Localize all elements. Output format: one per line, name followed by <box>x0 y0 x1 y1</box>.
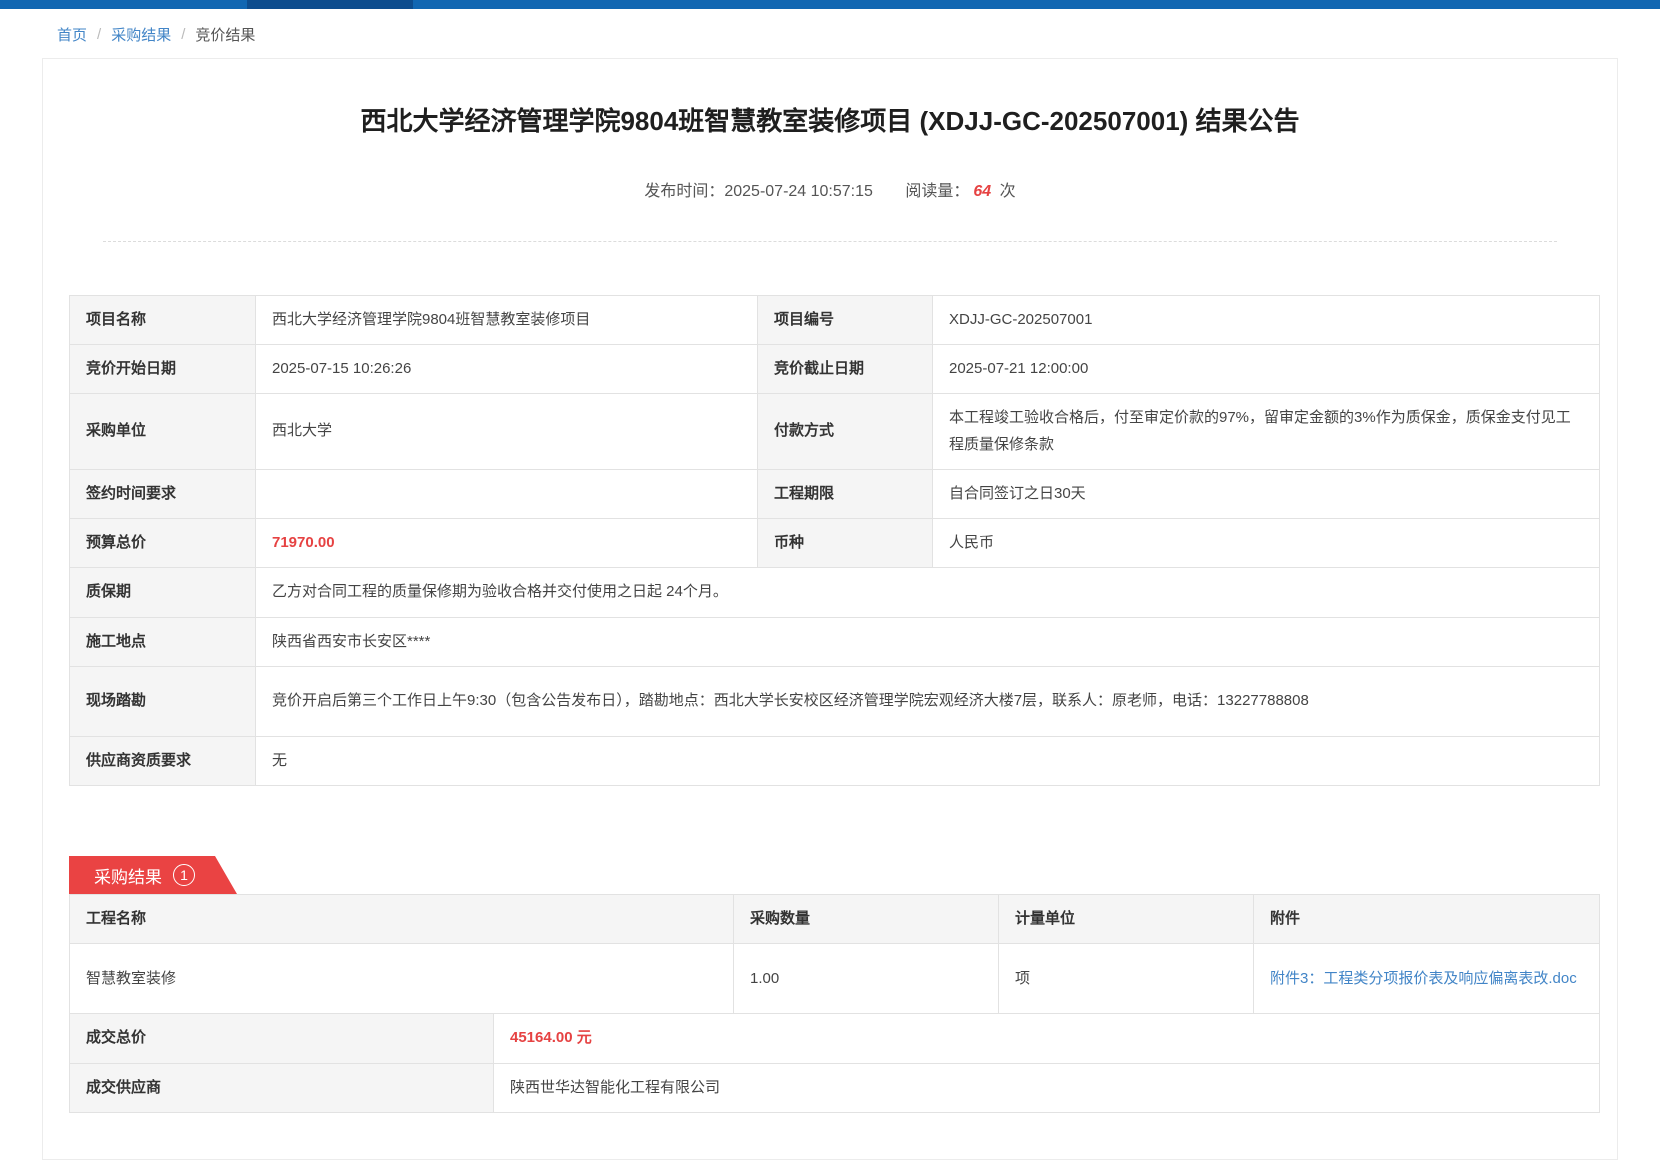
supplier-value: 陕西世华达智能化工程有限公司 <box>494 1063 1600 1112</box>
table-row: 预算总价 71970.00 币种 人民币 <box>70 519 1600 568</box>
table-row: 签约时间要求 工程期限 自合同签订之日30天 <box>70 469 1600 518</box>
breadcrumb-home-link[interactable]: 首页 <box>57 24 87 45</box>
field-value: 无 <box>256 736 1600 785</box>
attachment-link[interactable]: 附件3：工程类分项报价表及响应偏离表改.doc <box>1270 970 1577 987</box>
announcement-card: 西北大学经济管理学院9804班智慧教室装修项目 (XDJJ-GC-2025070… <box>42 58 1618 1160</box>
badge-count: 1 <box>173 864 195 886</box>
field-value: 西北大学 <box>256 394 758 470</box>
field-value: 陕西省西安市长安区**** <box>256 617 1600 666</box>
table-row: 竞价开始日期 2025-07-15 10:26:26 竞价截止日期 2025-0… <box>70 345 1600 394</box>
field-label: 竞价截止日期 <box>758 345 933 394</box>
table-row: 质保期 乙方对合同工程的质量保修期为验收合格并交付使用之日起 24个月。 <box>70 568 1600 617</box>
field-value: XDJJ-GC-202507001 <box>933 295 1600 344</box>
field-label: 采购单位 <box>70 394 256 470</box>
top-nav-bar <box>0 0 1660 9</box>
table-row: 采购单位 西北大学 付款方式 本工程竣工验收合格后，付至审定价款的97%，留审定… <box>70 394 1600 470</box>
field-value: 人民币 <box>933 519 1600 568</box>
announcement-header: 西北大学经济管理学院9804班智慧教室装修项目 (XDJJ-GC-2025070… <box>43 59 1617 242</box>
table-row: 成交供应商 陕西世华达智能化工程有限公司 <box>70 1063 1600 1112</box>
field-label: 币种 <box>758 519 933 568</box>
field-value: 西北大学经济管理学院9804班智慧教室装修项目 <box>256 295 758 344</box>
badge-label: 采购结果 <box>94 863 162 888</box>
budget-total-value: 71970.00 <box>256 519 758 568</box>
top-nav-active-segment <box>247 0 413 9</box>
table-row: 成交总价 45164.00 元 <box>70 1014 1600 1063</box>
table-row: 供应商资质要求 无 <box>70 736 1600 785</box>
field-label: 预算总价 <box>70 519 256 568</box>
project-item-name: 智慧教室装修 <box>70 944 734 1014</box>
field-label: 工程期限 <box>758 469 933 518</box>
result-header-row: 工程名称 采购数量 计量单位 附件 <box>70 895 1600 944</box>
field-label: 竞价开始日期 <box>70 345 256 394</box>
field-label: 供应商资质要求 <box>70 736 256 785</box>
field-value: 2025-07-15 10:26:26 <box>256 345 758 394</box>
field-label: 现场踏勘 <box>70 666 256 736</box>
procurement-result-badge: 采购结果 1 <box>69 856 237 894</box>
field-label: 签约时间要求 <box>70 469 256 518</box>
field-label: 付款方式 <box>758 394 933 470</box>
breadcrumb-current: 竞价结果 <box>195 24 255 45</box>
project-info-table: 项目名称 西北大学经济管理学院9804班智慧教室装修项目 项目编号 XDJJ-G… <box>69 295 1600 786</box>
total-price-value: 45164.00 元 <box>494 1014 1600 1063</box>
field-label: 施工地点 <box>70 617 256 666</box>
publish-time: 发布时间：2025-07-24 10:57:15 <box>644 183 873 200</box>
field-label: 项目编号 <box>758 295 933 344</box>
table-row: 施工地点 陕西省西安市长安区**** <box>70 617 1600 666</box>
column-header: 计量单位 <box>999 895 1254 944</box>
field-value: 乙方对合同工程的质量保修期为验收合格并交付使用之日起 24个月。 <box>256 568 1600 617</box>
column-header: 工程名称 <box>70 895 734 944</box>
column-header: 采购数量 <box>734 895 999 944</box>
views: 阅读量：64 次 <box>905 183 1015 200</box>
field-value: 本工程竣工验收合格后，付至审定价款的97%，留审定金额的3%作为质保金，质保金支… <box>933 394 1600 470</box>
result-summary-table: 成交总价 45164.00 元 成交供应商 陕西世华达智能化工程有限公司 <box>69 1013 1600 1113</box>
supplier-label: 成交供应商 <box>70 1063 494 1112</box>
field-value <box>256 469 758 518</box>
breadcrumb: 首页 / 采购结果 / 竞价结果 <box>0 9 1660 58</box>
total-price-label: 成交总价 <box>70 1014 494 1063</box>
column-header: 附件 <box>1254 895 1600 944</box>
table-row: 现场踏勘 竞价开启后第三个工作日上午9:30（包含公告发布日），踏勘地点：西北大… <box>70 666 1600 736</box>
field-value: 自合同签订之日30天 <box>933 469 1600 518</box>
field-label: 项目名称 <box>70 295 256 344</box>
breadcrumb-separator: / <box>181 26 185 43</box>
field-label: 质保期 <box>70 568 256 617</box>
field-value: 2025-07-21 12:00:00 <box>933 345 1600 394</box>
page-title: 西北大学经济管理学院9804班智慧教室装修项目 (XDJJ-GC-2025070… <box>103 105 1557 139</box>
table-row: 项目名称 西北大学经济管理学院9804班智慧教室装修项目 项目编号 XDJJ-G… <box>70 295 1600 344</box>
unit-value: 项 <box>999 944 1254 1014</box>
field-value: 竞价开启后第三个工作日上午9:30（包含公告发布日），踏勘地点：西北大学长安校区… <box>256 666 1600 736</box>
attachment-cell: 附件3：工程类分项报价表及响应偏离表改.doc <box>1254 944 1600 1014</box>
views-count: 64 <box>973 183 991 200</box>
result-table: 工程名称 采购数量 计量单位 附件 智慧教室装修 1.00 项 附件3：工程类分… <box>69 894 1600 1014</box>
announcement-meta: 发布时间：2025-07-24 10:57:15 阅读量：64 次 <box>103 177 1557 242</box>
breadcrumb-separator: / <box>97 26 101 43</box>
breadcrumb-section-link[interactable]: 采购结果 <box>111 24 171 45</box>
quantity-value: 1.00 <box>734 944 999 1014</box>
result-data-row: 智慧教室装修 1.00 项 附件3：工程类分项报价表及响应偏离表改.doc <box>70 944 1600 1014</box>
